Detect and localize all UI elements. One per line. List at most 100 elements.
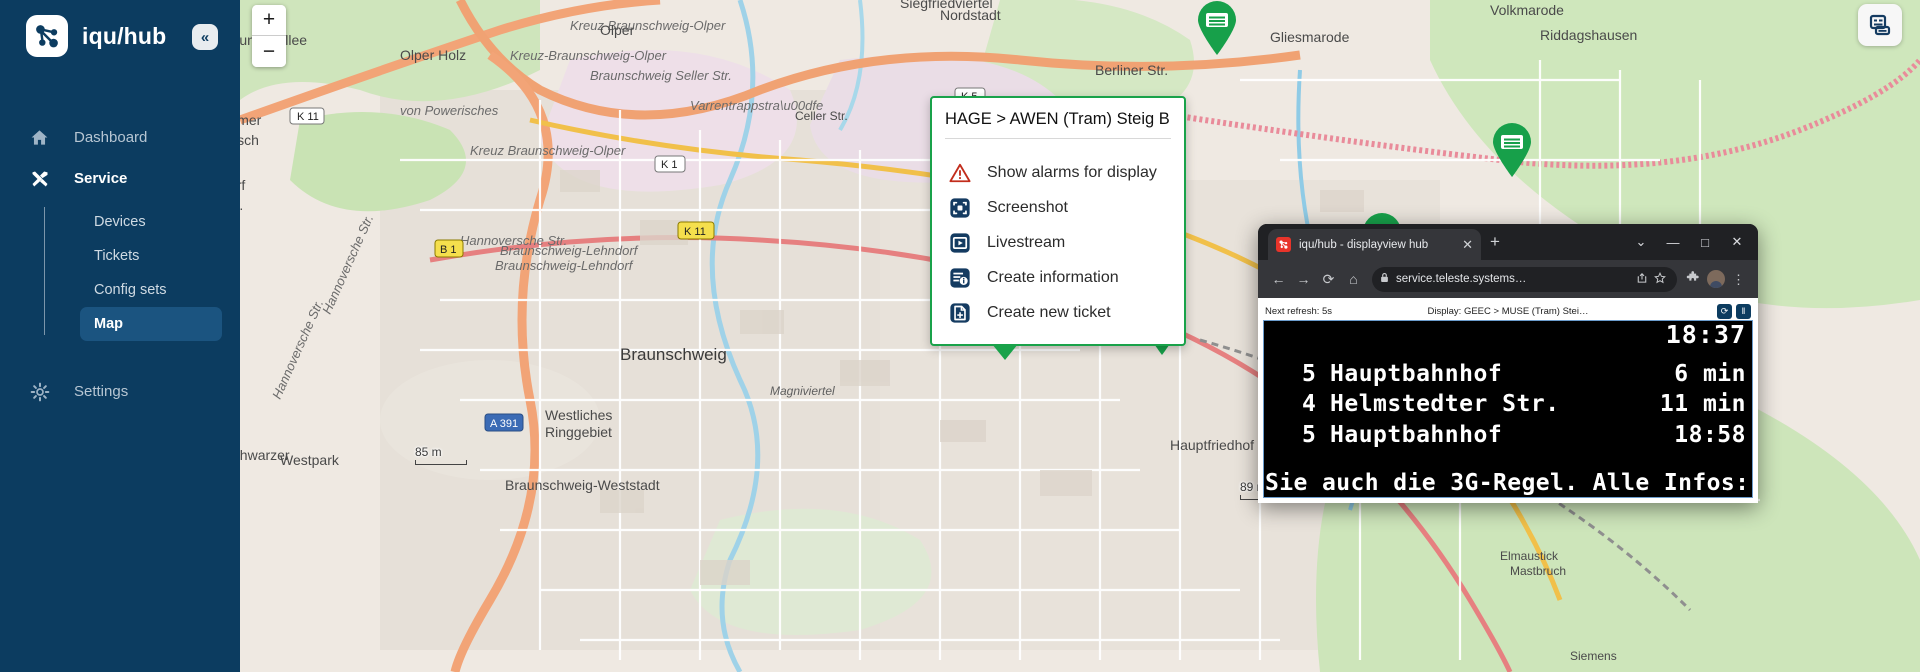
brand-row: iqu/hub « bbox=[0, 0, 240, 72]
svg-text:Hauptfriedhof: Hauptfriedhof bbox=[1170, 437, 1254, 453]
departure-eta: 6 min bbox=[1674, 361, 1746, 387]
svg-text:Volkmarode: Volkmarode bbox=[1490, 2, 1564, 18]
svg-text:Celler Str.: Celler Str. bbox=[795, 109, 848, 123]
sidebar-item-map[interactable]: Map bbox=[80, 307, 222, 341]
map-zoom-controls[interactable]: + − bbox=[252, 5, 286, 67]
lock-icon bbox=[1380, 270, 1389, 288]
three-dots-icon[interactable]: ⋮ bbox=[1729, 273, 1750, 286]
svg-text:K 11: K 11 bbox=[297, 111, 319, 123]
scalebar-label: 85 m bbox=[415, 445, 442, 459]
sidebar-item-service[interactable]: Service bbox=[0, 158, 240, 199]
browser-tab[interactable]: iqu/hub - displayview hub ✕ bbox=[1268, 229, 1481, 260]
display-context-popup: HAGE > AWEN (Tram) Steig B Show alarms f… bbox=[930, 96, 1186, 360]
star-icon[interactable] bbox=[1651, 271, 1669, 287]
refresh-button[interactable]: ⟳ bbox=[1717, 303, 1732, 319]
departure-eta: 11 min bbox=[1659, 391, 1746, 418]
popup-label-create-information: Create information bbox=[987, 268, 1119, 286]
svg-text:B 1: B 1 bbox=[440, 244, 457, 256]
sidebar-collapse-button[interactable]: « bbox=[192, 24, 218, 50]
svg-text:Elmaustick: Elmaustick bbox=[1500, 549, 1559, 563]
popup-label-create-new-ticket: Create new ticket bbox=[987, 303, 1111, 321]
svg-text:Mastbruch: Mastbruch bbox=[1510, 564, 1566, 578]
popup-item-create-new-ticket[interactable]: Create new ticket bbox=[932, 295, 1184, 330]
departure-destination: Helmstedter Str. bbox=[1330, 391, 1560, 418]
back-icon[interactable]: ← bbox=[1266, 267, 1291, 292]
pause-button[interactable]: ‖ bbox=[1736, 303, 1751, 319]
svg-text:K 11: K 11 bbox=[684, 226, 706, 238]
create-information-icon bbox=[946, 267, 974, 289]
svg-text:Kreuz Braunschweig-Olper: Kreuz Braunschweig-Olper bbox=[570, 18, 726, 33]
svg-text:Olper Holz: Olper Holz bbox=[400, 47, 466, 63]
popup-item-show-alarms[interactable]: Show alarms for display bbox=[932, 155, 1184, 190]
browser-toolbar: ← → ⟳ ⌂ service.teleste.systems… ⋮ bbox=[1258, 260, 1758, 298]
browser-window[interactable]: iqu/hub - displayview hub ✕ + ⌄ — □ ✕ ← … bbox=[1258, 224, 1758, 503]
home-icon[interactable]: ⌂ bbox=[1341, 267, 1366, 292]
close-window-icon[interactable]: ✕ bbox=[1722, 227, 1752, 257]
sidebar-item-devices[interactable]: Devices bbox=[80, 205, 222, 239]
svg-text:Ringgebiet: Ringgebiet bbox=[545, 424, 612, 440]
sidebar-label-config-sets: Config sets bbox=[94, 282, 167, 298]
display-icon bbox=[1493, 123, 1531, 177]
scalebar-bar bbox=[415, 460, 467, 465]
warning-triangle-icon bbox=[946, 162, 974, 184]
gear-icon bbox=[30, 382, 60, 402]
svg-text:Hannoversche Str.: Hannoversche Str. bbox=[460, 233, 567, 248]
displayview-statusbar: Next refresh: 5s Display: GEEC > MUSE (T… bbox=[1263, 302, 1753, 320]
puzzle-icon[interactable] bbox=[1683, 270, 1703, 288]
svg-text:A 391: A 391 bbox=[490, 418, 518, 430]
new-tab-button[interactable]: + bbox=[1490, 233, 1500, 250]
chevron-down-icon[interactable]: ⌄ bbox=[1626, 227, 1656, 257]
popup-title: HAGE > AWEN (Tram) Steig B bbox=[945, 110, 1170, 128]
departure-row: 5 Hauptbahnhof 6 min bbox=[1264, 359, 1752, 389]
zoom-out-button[interactable]: − bbox=[252, 36, 286, 67]
sidebar-subnav: Devices Tickets Config sets Map bbox=[0, 205, 240, 341]
display-board-icon bbox=[1869, 14, 1891, 36]
svg-text:Magniviertel: Magniviertel bbox=[770, 384, 835, 398]
home-icon bbox=[30, 128, 60, 147]
avatar[interactable] bbox=[1707, 270, 1725, 288]
map-marker[interactable] bbox=[1490, 122, 1534, 178]
map-marker[interactable] bbox=[1195, 0, 1239, 56]
svg-text:Saarstr.: Saarstr. bbox=[240, 197, 243, 213]
sidebar-item-config-sets[interactable]: Config sets bbox=[80, 273, 222, 307]
sidebar-item-dashboard[interactable]: Dashboard bbox=[0, 117, 240, 158]
sidebar-label-settings: Settings bbox=[74, 383, 129, 400]
svg-text:Braunschweig Seller Str.: Braunschweig Seller Str. bbox=[590, 68, 732, 83]
svg-text:Kreuz-Braunschweig-Olper: Kreuz-Braunschweig-Olper bbox=[510, 48, 667, 63]
svg-text:KGV Schwarzer: KGV Schwarzer bbox=[240, 447, 290, 463]
svg-text:Lehndorf: Lehndorf bbox=[240, 177, 245, 193]
app-logo bbox=[26, 15, 68, 57]
popup-menu-list: Show alarms for display Screenshot Lives… bbox=[932, 139, 1184, 344]
departure-destination: Hauptbahnhof bbox=[1330, 361, 1503, 387]
display-overview-button[interactable] bbox=[1858, 4, 1902, 46]
popup-item-screenshot[interactable]: Screenshot bbox=[932, 190, 1184, 225]
browser-tabstrip: iqu/hub - displayview hub ✕ + ⌄ — □ ✕ bbox=[1258, 224, 1758, 260]
displayview-controls: ⟳ ‖ bbox=[1717, 303, 1751, 319]
board-clock: 18:37 bbox=[1665, 320, 1746, 349]
create-ticket-icon bbox=[946, 302, 974, 324]
reload-icon[interactable]: ⟳ bbox=[1316, 267, 1341, 292]
popup-label-show-alarms: Show alarms for display bbox=[987, 163, 1157, 181]
svg-text:Braunschweig: Braunschweig bbox=[620, 345, 727, 364]
popup-item-create-information[interactable]: Create information bbox=[932, 260, 1184, 295]
displayview-page: Next refresh: 5s Display: GEEC > MUSE (T… bbox=[1258, 298, 1758, 503]
popup-label-livestream: Livestream bbox=[987, 233, 1066, 251]
departure-eta: 18:58 bbox=[1674, 421, 1746, 448]
minimize-icon[interactable]: — bbox=[1658, 227, 1688, 257]
share-icon[interactable] bbox=[1633, 272, 1651, 287]
svg-text:Westliches: Westliches bbox=[545, 407, 612, 423]
popup-item-livestream[interactable]: Livestream bbox=[932, 225, 1184, 260]
sidebar-item-settings[interactable]: Settings bbox=[0, 371, 240, 412]
play-video-icon bbox=[946, 232, 974, 254]
tools-icon bbox=[30, 169, 60, 189]
address-bar[interactable]: service.teleste.systems… bbox=[1372, 266, 1677, 292]
sidebar-item-tickets[interactable]: Tickets bbox=[80, 239, 222, 273]
sidebar: iqu/hub « Dashboard Service Devices Tick… bbox=[0, 0, 240, 672]
zoom-in-button[interactable]: + bbox=[252, 5, 286, 36]
browser-tab-title: iqu/hub - displayview hub bbox=[1299, 238, 1429, 251]
forward-icon[interactable]: → bbox=[1291, 267, 1316, 292]
svg-text:K 1: K 1 bbox=[661, 159, 678, 171]
departure-line: 5 bbox=[1302, 361, 1317, 387]
close-icon[interactable]: ✕ bbox=[1458, 237, 1473, 253]
maximize-icon[interactable]: □ bbox=[1690, 227, 1720, 257]
